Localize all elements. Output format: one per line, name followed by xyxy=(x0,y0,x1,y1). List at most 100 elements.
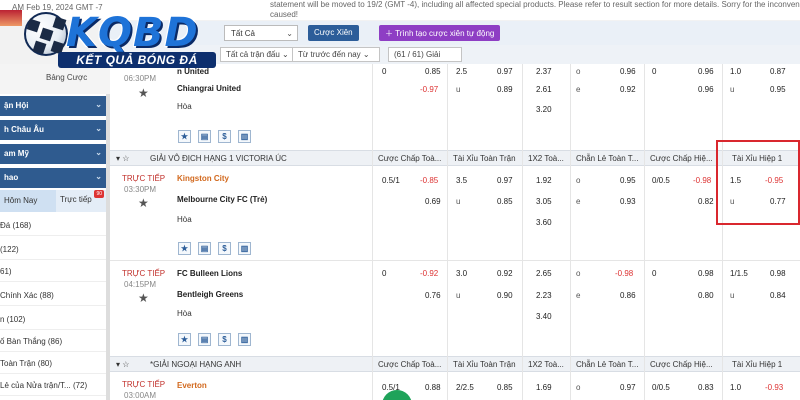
league-count-select[interactable]: (61 / 61) Giải xyxy=(388,47,462,62)
x12-odd[interactable]: 2.65 xyxy=(536,269,552,278)
x12-odd[interactable]: 2.37 xyxy=(536,67,552,76)
x12-odd[interactable]: 2.23 xyxy=(536,291,552,300)
oe-odd[interactable]: 0.95 xyxy=(620,176,636,185)
bar-chart-icon[interactable]: ▥ xyxy=(238,333,251,346)
ou-odd[interactable]: 0.97 xyxy=(497,176,513,185)
stats-table-icon[interactable]: ▤ xyxy=(198,242,211,255)
match-action-bar: ★ ▤ $ ▥ xyxy=(174,239,254,257)
match-select-value: Tất cả trận đấu xyxy=(226,50,280,59)
x12-odd[interactable]: 1.69 xyxy=(536,383,552,392)
x12-odd[interactable]: 3.60 xyxy=(536,218,552,227)
sidebar-item-0[interactable]: Đá (168) xyxy=(0,214,106,236)
h1-handicap-odd[interactable]: 0.96 xyxy=(698,67,714,76)
dollar-icon[interactable]: $ xyxy=(218,333,231,346)
ou-odd[interactable]: 0.92 xyxy=(497,269,513,278)
sidebar-item-3[interactable]: Chính Xác (88) xyxy=(0,284,106,306)
match-select[interactable]: Tất cả trận đấu ⌄ xyxy=(220,47,296,62)
oe-label: o xyxy=(576,269,581,278)
x12-odd[interactable]: 3.05 xyxy=(536,197,552,206)
star-icon[interactable]: ★ xyxy=(138,196,149,210)
stats-table-icon[interactable]: ▤ xyxy=(198,333,211,346)
ou-odd[interactable]: 0.89 xyxy=(497,85,513,94)
tab-live[interactable]: Trực tiếp xyxy=(60,195,92,204)
handicap-odd[interactable]: 0.69 xyxy=(425,197,441,206)
sidebar-category-0[interactable]: ận Hội ⌄ xyxy=(0,96,106,116)
h1-handicap-line: 0/0.5 xyxy=(652,176,670,185)
h1-handicap-odd[interactable]: 0.98 xyxy=(698,269,714,278)
home-team[interactable]: FC Bulleen Lions xyxy=(177,269,242,278)
h1-ou-odd[interactable]: -0.93 xyxy=(765,383,783,392)
live-label: TRỰC TIẾP xyxy=(122,269,166,278)
h1-ou-odd[interactable]: 0.98 xyxy=(770,269,786,278)
h1-ou-odd[interactable]: 0.87 xyxy=(770,67,786,76)
away-team[interactable]: Melbourne City FC (Trẻ) xyxy=(177,195,267,204)
parlay-button[interactable]: Cược Xiên xyxy=(308,25,359,41)
league-header[interactable]: ▾ ☆ GIẢI VÔ ĐỊCH HẠNG 1 VICTORIA ÚC Cược… xyxy=(110,150,800,166)
auto-parlay-button[interactable]: ＋ Trình tạo cược xiên tự động xyxy=(379,25,501,41)
favorite-star-icon[interactable]: ★ xyxy=(178,130,191,143)
away-team[interactable]: Bentleigh Greens xyxy=(177,290,243,299)
sidebar-item-2[interactable]: 61) xyxy=(0,260,106,282)
league-name: GIẢI VÔ ĐỊCH HẠNG 1 VICTORIA ÚC xyxy=(150,154,287,163)
bar-chart-icon[interactable]: ▥ xyxy=(238,242,251,255)
handicap-odd[interactable]: 0.88 xyxy=(425,383,441,392)
league-header[interactable]: ▾ ☆ *GIẢI NGOẠI HẠNG ANH Cược Chấp Toà..… xyxy=(110,356,800,372)
oe-odd[interactable]: 0.86 xyxy=(620,291,636,300)
tab-today[interactable]: Hôm Nay xyxy=(0,190,56,212)
sidebar-category-3[interactable]: hao ⌄ xyxy=(0,168,106,188)
collapse-icon[interactable]: ▾ ☆ xyxy=(116,154,129,163)
star-icon[interactable]: ★ xyxy=(138,291,149,305)
ou-odd[interactable]: 0.85 xyxy=(497,197,513,206)
star-icon[interactable]: ★ xyxy=(138,86,149,100)
sidebar-item-7[interactable]: Lẻ của Nửa trận/T... (72) xyxy=(0,374,106,396)
x12-odd[interactable]: 2.61 xyxy=(536,85,552,94)
h1-handicap-odd[interactable]: 0.96 xyxy=(698,85,714,94)
sort-select[interactable]: Từ trước đến nay ⌄ xyxy=(292,47,380,62)
col-1x2-ft: 1X2 Toà... xyxy=(528,154,564,163)
handicap-odd[interactable]: 0.76 xyxy=(425,291,441,300)
home-team[interactable]: Kingston City xyxy=(177,174,229,183)
column-divider xyxy=(447,64,448,400)
sport-select[interactable]: Tất Cả ⌄ xyxy=(224,25,298,41)
oe-odd[interactable]: 0.92 xyxy=(620,85,636,94)
oe-odd[interactable]: 0.93 xyxy=(620,197,636,206)
x12-odd[interactable]: 3.20 xyxy=(536,105,552,114)
x12-odd[interactable]: 1.92 xyxy=(536,176,552,185)
h1-handicap-odd[interactable]: -0.98 xyxy=(693,176,711,185)
x12-odd[interactable]: 3.40 xyxy=(536,312,552,321)
sidebar-item-5[interactable]: ố Bàn Thắng (86) xyxy=(0,330,106,352)
collapse-icon[interactable]: ▾ ☆ xyxy=(116,360,129,369)
ou-odd[interactable]: 0.97 xyxy=(497,67,513,76)
home-team[interactable]: Everton xyxy=(177,381,207,390)
sidebar-item-6[interactable]: Toàn Trận (80) xyxy=(0,352,106,374)
stats-table-icon[interactable]: ▤ xyxy=(198,130,211,143)
sidebar-category-2[interactable]: am Mỹ ⌄ xyxy=(0,144,106,164)
h1-handicap-odd[interactable]: 0.83 xyxy=(698,383,714,392)
oe-odd[interactable]: -0.98 xyxy=(615,269,633,278)
sidebar-item-4[interactable]: n (102) xyxy=(0,308,106,330)
dollar-icon[interactable]: $ xyxy=(218,242,231,255)
handicap-line: 0 xyxy=(382,67,387,76)
handicap-line: 0 xyxy=(382,269,387,278)
dollar-icon[interactable]: $ xyxy=(218,130,231,143)
col-handicap-h1: Cược Chấp Hiệ... xyxy=(650,360,713,369)
favorite-star-icon[interactable]: ★ xyxy=(178,333,191,346)
ou-odd[interactable]: 0.85 xyxy=(497,383,513,392)
favorite-star-icon[interactable]: ★ xyxy=(178,242,191,255)
oe-odd[interactable]: 0.96 xyxy=(620,67,636,76)
handicap-odd[interactable]: -0.97 xyxy=(420,85,438,94)
sidebar-category-1[interactable]: h Châu Âu ⌄ xyxy=(0,120,106,140)
ou-odd[interactable]: 0.90 xyxy=(497,291,513,300)
h1-ou-label: u xyxy=(730,85,735,94)
h1-ou-odd[interactable]: 0.95 xyxy=(770,85,786,94)
h1-handicap-odd[interactable]: 0.80 xyxy=(698,291,714,300)
oe-odd[interactable]: 0.97 xyxy=(620,383,636,392)
h1-handicap-odd[interactable]: 0.82 xyxy=(698,197,714,206)
h1-ou-odd[interactable]: 0.84 xyxy=(770,291,786,300)
bar-chart-icon[interactable]: ▥ xyxy=(238,130,251,143)
column-divider xyxy=(570,64,571,400)
handicap-odd[interactable]: -0.92 xyxy=(420,269,438,278)
handicap-odd[interactable]: 0.85 xyxy=(425,67,441,76)
sidebar-item-1[interactable]: (122) xyxy=(0,238,106,260)
handicap-odd[interactable]: -0.85 xyxy=(420,176,438,185)
